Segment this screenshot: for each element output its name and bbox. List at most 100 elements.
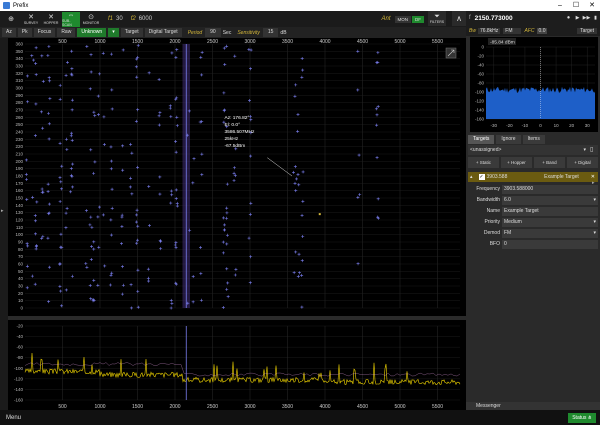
detection-marker (146, 267, 150, 271)
play-icon[interactable]: ▶ (573, 15, 582, 21)
spectrum-plot[interactable]: -20 -40 -60 -80 -100 -120 -140 -160 500 1000 1500 2… (8, 320, 466, 410)
focus-button[interactable]: Focus (33, 28, 56, 37)
mon-button[interactable]: MON (394, 15, 411, 23)
target-header-freq: 3903.588 (486, 174, 508, 180)
f1-field[interactable]: f1 30 (108, 16, 123, 22)
detection-marker (297, 271, 301, 275)
receiver-frequency[interactable]: 2150.773000 (475, 15, 513, 22)
receiver-frequency-row: f 2150.773000 ⏺ ▶ ▶▶ ▮ (466, 11, 600, 25)
detection-marker (135, 75, 139, 79)
detection-marker (25, 242, 29, 246)
hopper-mode-button[interactable]: ✕ HOPPER (42, 12, 60, 27)
stop-icon[interactable]: ▮ (591, 15, 600, 21)
trash-icon[interactable]: ▯ (590, 146, 593, 153)
tab-ignore[interactable]: Ignore (496, 135, 521, 144)
monitor-mode-button[interactable]: ⊙ MONITOR (82, 12, 100, 27)
detection-marker (85, 265, 89, 269)
detection-marker (136, 289, 140, 293)
detection-marker (71, 185, 75, 189)
status-button[interactable]: Status ⋔ (568, 412, 596, 423)
menu-button[interactable]: Menu (6, 415, 21, 421)
unknown-dropdown-button[interactable]: ▾ (108, 28, 119, 37)
detection-marker (34, 46, 38, 50)
add-static-button[interactable]: + Static (468, 157, 499, 168)
detection-marker (136, 305, 140, 309)
detection-marker (222, 228, 226, 232)
f2-field[interactable]: f2 6000 (131, 16, 152, 22)
afc-value[interactable]: 0.0 (536, 27, 548, 34)
expand-left-icon: ▸ (1, 208, 4, 214)
property-value[interactable]: Example Target (502, 206, 598, 216)
sensitivity-input[interactable]: 15 (262, 28, 279, 37)
period-input[interactable]: 90 (205, 28, 221, 37)
detection-marker (96, 94, 100, 98)
detection-marker (31, 195, 35, 199)
y-tick-label: 350 (15, 49, 23, 54)
unknown-filter-button[interactable]: Unknown (77, 28, 107, 37)
detection-marker (199, 246, 203, 250)
detection-marker (226, 281, 230, 285)
ant-mode-button[interactable]: ⊕ (2, 12, 20, 27)
crosshair-icon: ⊕ (8, 15, 14, 23)
expand-icon[interactable]: ▴ (470, 174, 473, 180)
df-button[interactable]: DF (412, 15, 424, 23)
add-band-button[interactable]: + Band (534, 157, 565, 168)
property-value[interactable]: FM ▾ (502, 228, 598, 238)
pk-button[interactable]: Pk (17, 28, 32, 37)
tab-items[interactable]: Items (522, 135, 545, 144)
chevron-down-icon: ▾ (583, 147, 586, 153)
left-collapse-strip[interactable]: ▸ (0, 38, 8, 410)
detection-marker (158, 111, 162, 115)
azimuth-frequency-plot[interactable]: 360 350 340 330 320 310 300 290 280 270 260 250 240 2… (8, 38, 466, 316)
target-filter-button[interactable]: Target (120, 28, 143, 37)
target-header-name: Example Target (544, 174, 579, 180)
minimize-button[interactable]: – (552, 0, 568, 11)
detection-marker (65, 147, 69, 151)
property-value[interactable]: Medium ▾ (502, 217, 598, 227)
detection-marker (297, 252, 301, 256)
y-tick-label: -100 (475, 90, 485, 95)
collapse-up-button[interactable]: ∧ (452, 11, 466, 26)
demod-select[interactable]: FM (503, 27, 521, 34)
messenger-bar[interactable]: Messenger (466, 402, 600, 410)
detection-marker (234, 267, 238, 271)
y-tick-label: 210 (15, 152, 23, 157)
property-value[interactable]: 3903.588000 (502, 184, 598, 194)
add-hopper-button[interactable]: + Hopper (501, 157, 532, 168)
tab-targets[interactable]: Targets (468, 135, 495, 144)
detection-marker (96, 283, 100, 287)
subscan-mode-button[interactable]: ⇔ SUB-SCAN (62, 11, 80, 27)
property-value[interactable]: 0 (502, 239, 598, 249)
az-button[interactable]: Az (2, 28, 16, 37)
target-checkbox[interactable]: ✓ (478, 174, 485, 180)
detection-marker (89, 70, 93, 74)
fast-forward-icon[interactable]: ▶▶ (582, 15, 591, 21)
property-label: Demod (483, 230, 500, 236)
y-tick-label: -80 (16, 355, 23, 360)
detection-marker (225, 242, 229, 246)
property-label: Priority (484, 219, 500, 225)
add-digital-button[interactable]: + Digital (567, 157, 598, 168)
y-tick-label: 50 (18, 269, 24, 274)
survey-mode-button[interactable]: ✕ SURVEY (22, 12, 40, 27)
digital-target-filter-button[interactable]: Digital Target (144, 28, 182, 37)
group-select[interactable]: <unassigned> ▾ (468, 145, 598, 155)
detection-marker (294, 83, 298, 87)
property-value[interactable]: 6.0 ▾ (502, 195, 598, 205)
receiver-spectrum[interactable]: 0 -20 -40 -60 -80 -100 -120 -140 -160 -30 -20 -10 0 1… (470, 37, 598, 132)
detection-marker (64, 226, 68, 230)
close-button[interactable]: ✕ (584, 0, 600, 11)
detection-marker (98, 205, 102, 209)
target-header[interactable]: ▴ ✓ 3903.588 Example Target ✕ (468, 172, 598, 182)
expand-right-icon[interactable]: ▸ (592, 180, 595, 186)
y-tick-label: -120 (475, 99, 485, 104)
x-tick-label: 3500 (282, 39, 293, 45)
bw-select[interactable]: 76.8kHz (477, 27, 501, 34)
raw-button[interactable]: Raw (57, 28, 76, 37)
y-tick-label: 140 (15, 203, 23, 208)
detection-marker (375, 113, 379, 117)
target-button[interactable]: Target (577, 27, 597, 34)
filters-button[interactable]: ⏷ FILTERS (428, 11, 446, 26)
record-icon[interactable]: ⏺ (564, 15, 573, 21)
maximize-button[interactable]: ☐ (568, 0, 584, 11)
